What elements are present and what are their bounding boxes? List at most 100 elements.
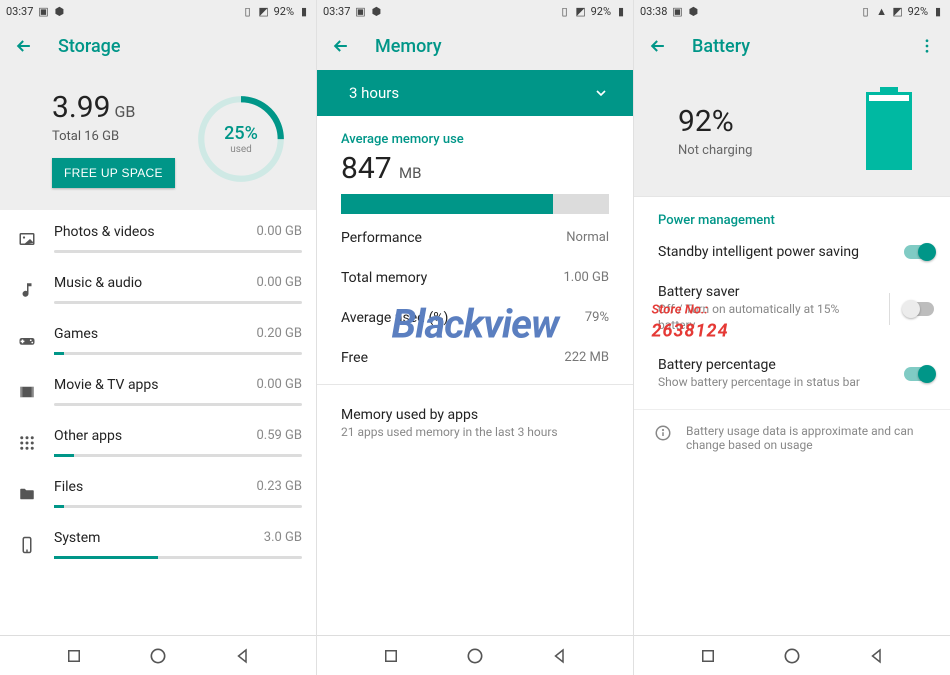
back-icon[interactable] — [648, 36, 668, 56]
storage-total: Total 16 GB — [52, 129, 175, 144]
memory-usage-bar — [341, 194, 609, 214]
storage-row[interactable]: System3.0 GB — [14, 516, 316, 567]
storage-row-label: Music & audio — [54, 275, 142, 291]
status-bar: 03:38 ▣ ⬢ ▯ ▲ ◩ 92% ▮ — [634, 0, 950, 22]
memory-apps-sub: 21 apps used memory in the last 3 hours — [341, 425, 609, 439]
nav-back-button[interactable] — [549, 645, 571, 667]
battery-icon: ▮ — [298, 5, 310, 17]
storage-row-label: Files — [54, 479, 83, 495]
memory-row-value: 79% — [585, 310, 609, 326]
storage-row-label: Other apps — [54, 428, 122, 444]
gamepad-icon — [14, 332, 40, 350]
toggle-switch[interactable] — [904, 245, 934, 259]
debug-icon: ⬢ — [687, 5, 699, 17]
status-bar: 03:37 ▣ ⬢ ▯ ◩ 92% ▮ — [0, 0, 316, 22]
nav-bar — [0, 635, 316, 675]
storage-row-bar — [54, 454, 302, 457]
storage-row-value: 0.00 GB — [256, 224, 302, 240]
storage-row-value: 3.0 GB — [264, 530, 302, 546]
status-time: 03:37 — [6, 5, 33, 18]
storage-row-bar — [54, 556, 302, 559]
nav-bar — [317, 635, 633, 675]
battery-icon: ▮ — [932, 5, 944, 17]
avg-memory-unit: MB — [399, 164, 421, 182]
nav-recent-button[interactable] — [63, 645, 85, 667]
memory-stat-row: Total memory 1.00 GB — [341, 258, 609, 298]
folder-icon — [14, 485, 40, 503]
memory-stat-row: Performance Normal — [341, 218, 609, 258]
memory-stat-row: Average used (%) 79% — [341, 298, 609, 338]
storage-row-label: Movie & TV apps — [54, 377, 159, 393]
screenshot-icon: ▣ — [671, 5, 683, 17]
storage-row[interactable]: Movie & TV apps 0.00 GB — [14, 363, 316, 414]
battery-percent: 92% — [678, 104, 752, 139]
pane-battery: 03:38 ▣ ⬢ ▯ ▲ ◩ 92% ▮ Battery 92% Not ch… — [634, 0, 950, 675]
storage-row-bar — [54, 352, 302, 355]
app-bar: Storage — [0, 22, 316, 70]
back-icon[interactable] — [14, 36, 34, 56]
nav-bar — [634, 635, 950, 675]
memory-apps-title: Memory used by apps — [341, 407, 609, 423]
screenshot-icon: ▣ — [37, 5, 49, 17]
storage-category-list: Photos & videos 0.00 GB Music & audio 0.00 … — [0, 210, 316, 567]
setting-title: Battery percentage — [658, 357, 894, 373]
storage-row[interactable]: Games0.20 GB — [14, 312, 316, 363]
debug-icon: ⬢ — [370, 5, 382, 17]
apps-icon — [14, 434, 40, 452]
battery-status: Not charging — [678, 143, 752, 158]
storage-row[interactable]: Other apps0.59 GB — [14, 414, 316, 465]
battery-hero[interactable]: 92% Not charging — [634, 70, 950, 197]
page-title: Battery — [692, 36, 750, 57]
memory-row-value: 222 MB — [564, 350, 609, 366]
separator — [889, 293, 890, 325]
battery-setting-row[interactable]: Battery saverOff / Turn on automatically… — [634, 272, 950, 345]
no-sim-icon: ◩ — [575, 5, 587, 17]
image-icon — [14, 230, 40, 248]
nav-recent-button[interactable] — [380, 645, 402, 667]
memory-row-value: Normal — [566, 230, 609, 246]
memory-timespan-dropdown[interactable]: 3 hours — [317, 70, 633, 116]
nav-home-button[interactable] — [781, 645, 803, 667]
back-icon[interactable] — [331, 36, 351, 56]
battery-info-note: Battery usage data is approximate and ca… — [634, 409, 950, 464]
memory-row-label: Total memory — [341, 270, 427, 286]
toggle-switch[interactable] — [904, 367, 934, 381]
storage-row-label: Photos & videos — [54, 224, 155, 240]
nav-back-button[interactable] — [866, 645, 888, 667]
nav-back-button[interactable] — [232, 645, 254, 667]
storage-row-value: 0.20 GB — [256, 326, 302, 342]
storage-row[interactable]: Music & audio 0.00 GB — [14, 261, 316, 312]
storage-row[interactable]: Files0.23 GB — [14, 465, 316, 516]
memory-row-label: Performance — [341, 230, 422, 246]
storage-row-bar — [54, 250, 302, 253]
storage-used-value: 3.99 — [52, 90, 111, 125]
nav-home-button[interactable] — [464, 645, 486, 667]
system-icon — [14, 536, 40, 554]
storage-row-value: 0.00 GB — [256, 275, 302, 291]
battery-setting-row[interactable]: Battery percentage Show battery percentag… — [634, 345, 950, 403]
nav-recent-button[interactable] — [697, 645, 719, 667]
overflow-menu-icon[interactable] — [918, 37, 936, 55]
storage-row[interactable]: Photos & videos 0.00 GB — [14, 210, 316, 261]
setting-title: Standby intelligent power saving — [658, 244, 894, 260]
nav-home-button[interactable] — [147, 645, 169, 667]
storage-row-value: 0.00 GB — [256, 377, 302, 393]
memory-by-apps-row[interactable]: Memory used by apps 21 apps used memory … — [317, 391, 633, 455]
avg-memory-label: Average memory use — [341, 132, 609, 147]
memory-row-label: Average used (%) — [341, 310, 448, 326]
toggle-switch[interactable] — [904, 302, 934, 316]
memory-stat-row: Free222 MB — [341, 338, 609, 378]
screenshot-icon: ▣ — [354, 5, 366, 17]
memory-row-value: 1.00 GB — [563, 270, 609, 286]
setting-title: Battery saver — [658, 284, 875, 300]
ring-percent: 25% — [224, 123, 258, 144]
vibrate-icon: ▯ — [559, 5, 571, 17]
no-sim-icon: ◩ — [892, 5, 904, 17]
pane-memory: 03:37 ▣ ⬢ ▯ ◩ 92% ▮ Memory 3 hours Avera… — [317, 0, 634, 675]
battery-setting-row[interactable]: Standby intelligent power saving — [634, 232, 950, 272]
storage-row-bar — [54, 505, 302, 508]
vibrate-icon: ▯ — [242, 5, 254, 17]
power-management-label: Power management — [634, 197, 950, 232]
setting-subtitle: Show battery percentage in status bar — [658, 375, 894, 391]
free-up-space-button[interactable]: FREE UP SPACE — [52, 158, 175, 188]
